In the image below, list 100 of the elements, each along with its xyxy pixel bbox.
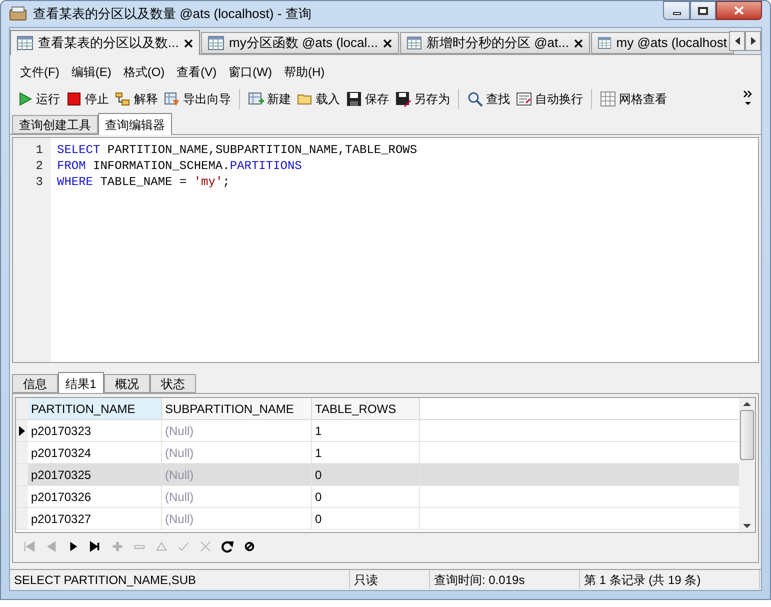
menu-item[interactable]: 格式(O): [117, 63, 171, 81]
table-export-icon: [164, 91, 180, 107]
maximize-button[interactable]: [690, 1, 716, 20]
table-row[interactable]: p20170325 (Null) 0: [16, 464, 739, 486]
search-icon: [467, 91, 483, 107]
menu-item[interactable]: 窗口(W): [222, 63, 278, 81]
line-number: 1: [36, 142, 43, 158]
table-cell: p20170323: [28, 420, 162, 441]
new-table-icon: [248, 91, 264, 107]
current-row-icon: [19, 426, 25, 436]
status-text: 只读: [350, 570, 430, 589]
row-header[interactable]: [16, 420, 28, 441]
column-header[interactable]: PARTITION_NAME: [28, 398, 162, 419]
first-record-icon: [22, 540, 36, 552]
table-cell: p20170324: [28, 442, 162, 463]
menu-item[interactable]: 编辑(E): [65, 63, 118, 81]
table-cell: 1: [312, 442, 420, 463]
previous-record-icon: [44, 540, 58, 552]
close-icon[interactable]: [184, 38, 193, 48]
table-cell: 1: [312, 420, 420, 441]
table-cell: (Null): [162, 420, 312, 441]
column-header[interactable]: TABLE_ROWS: [312, 398, 420, 419]
stop-icon: [66, 91, 82, 107]
table-row[interactable]: p20170326 (Null) 0: [16, 486, 739, 508]
line-number: 2: [36, 158, 43, 174]
table-cell: (Null): [162, 442, 312, 463]
toolbar-button[interactable]: 停止: [63, 87, 112, 111]
diagram-icon: [115, 91, 131, 107]
minimize-icon: [672, 12, 680, 15]
app-icon: [9, 6, 27, 22]
sql-editor[interactable]: 1 2 3 SELECT PARTITION_NAME,SUBPARTITION_NAME,TABLE_ROWS FROM INFORMATION_SCHEMA.PARTITIONS WHERE TABLE_NAME = 'my';: [12, 137, 759, 363]
right-arrow-icon: [750, 37, 756, 45]
toolbar-button[interactable]: 网格查看: [597, 87, 670, 111]
menu-item[interactable]: 文件(F): [14, 63, 66, 81]
document-tab[interactable]: 新增时分秒的分区 @at...: [400, 32, 590, 54]
scrollbar-thumb[interactable]: [740, 410, 754, 460]
table-icon: [17, 36, 33, 50]
table-cell: (Null): [162, 486, 312, 507]
table-row[interactable]: p20170324 (Null) 1: [16, 442, 739, 464]
table-cell: (Null): [162, 508, 312, 529]
table-cell: p20170327: [28, 508, 162, 529]
toolbar-button[interactable]: 运行: [14, 87, 63, 111]
editor-tab[interactable]: 查询创建工具: [12, 115, 98, 134]
minimize-button[interactable]: [663, 1, 690, 20]
menu-item[interactable]: 查看(V): [170, 63, 223, 81]
table-cell: 0: [312, 486, 420, 507]
table-icon: [598, 36, 612, 50]
close-icon[interactable]: [383, 38, 392, 48]
toolbar-button[interactable]: 查找: [464, 87, 513, 111]
toolbar-button[interactable]: 解释: [112, 87, 161, 111]
close-icon: [734, 6, 744, 15]
table-cell: 0: [312, 508, 420, 529]
cross-icon: [198, 540, 212, 552]
close-icon[interactable]: [574, 38, 583, 48]
result-tab[interactable]: 状态: [150, 374, 196, 393]
scroll-left-button[interactable]: [729, 31, 745, 51]
toolbar-button[interactable]: 导出向导: [161, 87, 234, 111]
stop-icon: [242, 540, 256, 552]
left-arrow-icon: [734, 37, 740, 45]
play-icon: [17, 91, 33, 107]
line-number: 3: [36, 174, 43, 190]
plus-icon: [110, 540, 124, 552]
triangle-icon: [154, 540, 168, 552]
menu-item[interactable]: 帮助(H): [278, 63, 331, 81]
row-header: [16, 398, 28, 419]
status-text: 第 1 条记录 (共 19 条): [580, 570, 760, 589]
table-cell: p20170326: [28, 486, 162, 507]
document-tab[interactable]: my @ats (localhost: [591, 32, 734, 54]
toolbar-button[interactable]: 保存: [343, 87, 392, 111]
code-line: SELECT PARTITION_NAME,SUBPARTITION_NAME,TABLE_ROWS: [57, 142, 418, 158]
grid-icon: [600, 91, 616, 107]
toolbar-button[interactable]: 另存为: [392, 87, 453, 111]
vertical-scrollbar[interactable]: [739, 398, 755, 532]
table-row[interactable]: p20170327 (Null) 0: [16, 508, 739, 530]
result-tab[interactable]: 信息: [12, 374, 58, 393]
status-text: SELECT PARTITION_NAME,SUB: [10, 570, 350, 589]
chevron-icon: [743, 90, 753, 108]
close-button[interactable]: [716, 1, 762, 20]
column-header[interactable]: SUBPARTITION_NAME: [162, 398, 312, 419]
text-wrap-icon: [516, 91, 532, 107]
table-icon: [407, 36, 422, 50]
result-tab[interactable]: 结果1: [58, 372, 104, 394]
status-text: 查询时间: 0.019s: [430, 570, 580, 589]
code-line: FROM INFORMATION_SCHEMA.PARTITIONS: [57, 158, 303, 174]
window-title: 查看某表的分区以及数量 @ats (localhost) - 查询: [33, 5, 312, 24]
table-row[interactable]: p20170323 (Null) 1: [16, 420, 739, 442]
result-tab[interactable]: 概况: [104, 374, 150, 393]
scroll-right-button[interactable]: [745, 31, 761, 51]
toolbar-button[interactable]: 载入: [294, 87, 343, 111]
toolbar-button[interactable]: 新建: [245, 87, 294, 111]
table-cell: 0: [312, 464, 420, 485]
table-icon: [208, 36, 224, 50]
document-tab[interactable]: 查看某表的分区以及数...: [10, 30, 200, 55]
maximize-icon: [698, 6, 708, 14]
last-record-icon: [88, 540, 102, 552]
table-cell: p20170325: [28, 464, 162, 485]
table-cell: (Null): [162, 464, 312, 485]
editor-tab[interactable]: 查询编辑器: [98, 113, 172, 135]
document-tab[interactable]: my分区函数 @ats (local...: [201, 32, 399, 54]
toolbar-button[interactable]: 自动换行: [513, 87, 586, 111]
